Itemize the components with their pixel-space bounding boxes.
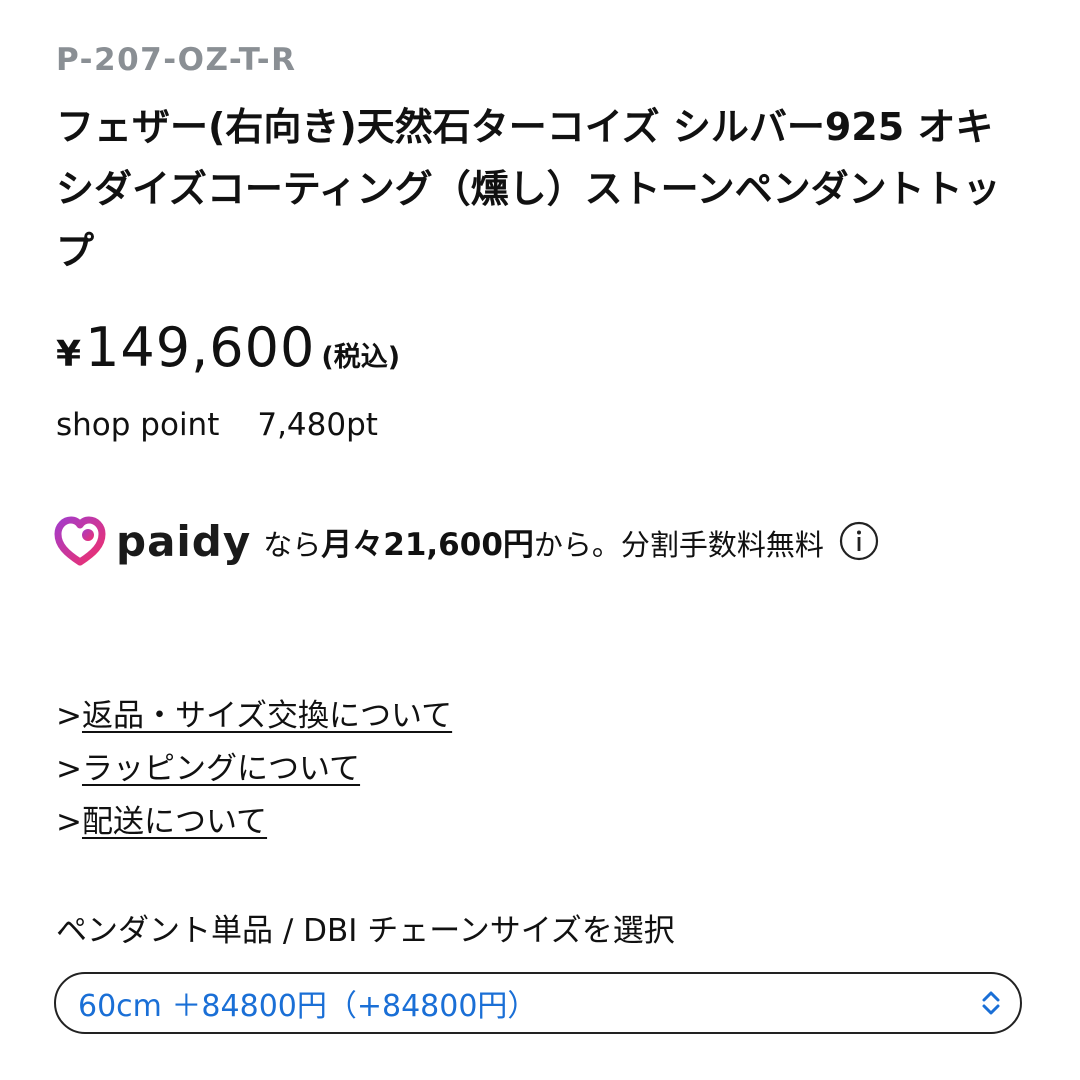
price-tax-note: (税込): [321, 342, 401, 373]
paidy-text-suffix: から。分割手数料無料: [533, 527, 824, 562]
paidy-text-prefix: なら: [263, 527, 322, 562]
shop-point-row: shop point 7,480pt: [56, 407, 378, 443]
wrapping-link[interactable]: ラッピングについて: [82, 743, 360, 796]
price-amount: 149,600: [85, 316, 316, 379]
select-value: 60cm ＋84800円（+84800円）: [78, 989, 538, 1024]
shipping-link[interactable]: 配送について: [82, 796, 267, 849]
link-wrapping: > ラッピングについて: [56, 743, 452, 796]
product-title: フェザー(右向き)天然石ターコイズ シルバー925 オキシダイズコーティング（燻…: [56, 105, 1001, 273]
price-row: ¥ 149,600 (税込): [56, 316, 400, 388]
link-prefix: >: [56, 751, 82, 787]
link-returns: > 返品・サイズ交換について: [56, 690, 452, 743]
chain-size-select[interactable]: 60cm ＋84800円（+84800円）: [54, 972, 1022, 1034]
paidy-installment-text: なら 月々21,600円 から。分割手数料無料: [263, 519, 824, 564]
link-prefix: >: [56, 698, 82, 734]
paidy-wordmark: paidy: [116, 516, 252, 566]
link-prefix: >: [56, 804, 82, 840]
info-links: > 返品・サイズ交換について > ラッピングについて > 配送について: [56, 690, 452, 849]
paidy-heart-icon: [54, 516, 106, 566]
price-currency: ¥: [56, 334, 82, 375]
link-shipping: > 配送について: [56, 796, 452, 849]
option-select-label: ペンダント単品 / DBI チェーンサイズを選択: [56, 913, 675, 949]
paidy-row: paidy なら 月々21,600円 から。分割手数料無料: [54, 513, 880, 569]
product-sku: P-207-OZ-T-R: [56, 42, 297, 78]
returns-exchange-link[interactable]: 返品・サイズ交換について: [82, 690, 452, 743]
shop-point-label: shop point: [56, 407, 220, 443]
info-icon[interactable]: [838, 520, 880, 562]
paidy-monthly-amount: 月々21,600円: [321, 526, 534, 563]
select-updown-chevron-icon: [982, 991, 1000, 1015]
shop-point-value: 7,480pt: [257, 407, 378, 443]
